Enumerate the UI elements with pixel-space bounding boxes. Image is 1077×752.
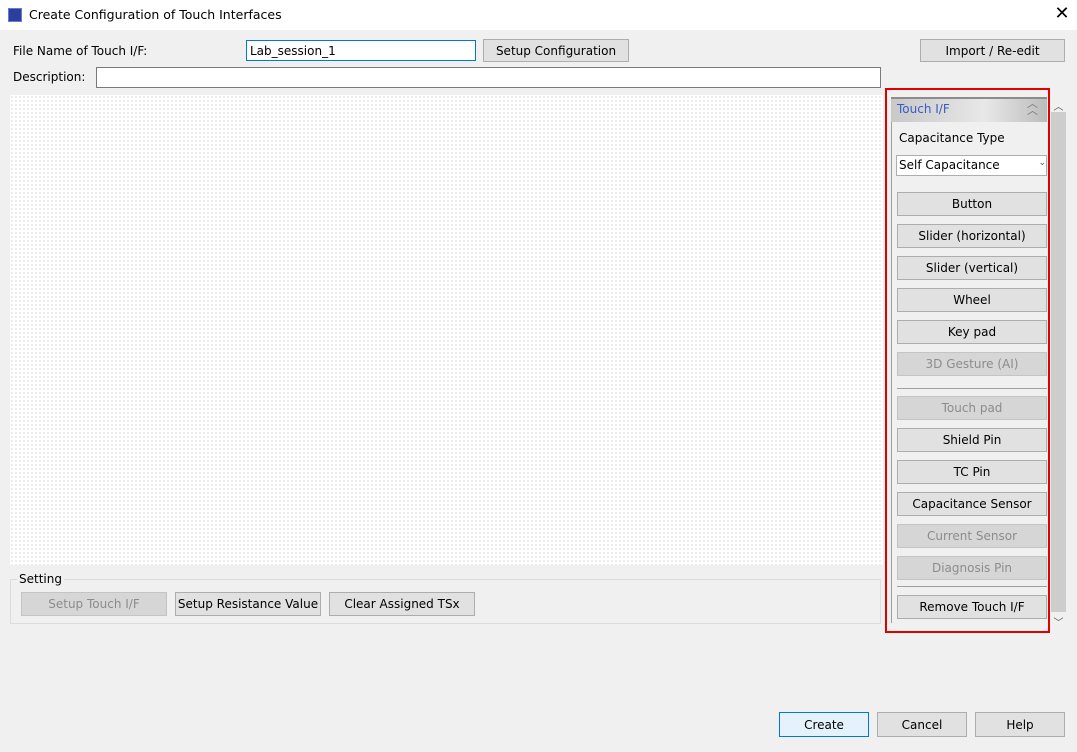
window-title: Create Configuration of Touch Interfaces	[29, 7, 282, 22]
setting-label: Setting	[17, 572, 64, 586]
cancel-button[interactable]: Cancel	[877, 712, 967, 737]
touch-layout-canvas[interactable]	[10, 95, 883, 565]
panel-scrollbar[interactable]	[1051, 112, 1066, 612]
highlight-box	[885, 88, 1050, 633]
scroll-up-icon[interactable]: ︿	[1051, 98, 1066, 113]
scroll-down-icon[interactable]: ﹀	[1051, 614, 1066, 629]
setup-resistance-button[interactable]: Setup Resistance Value	[175, 592, 321, 616]
description-input[interactable]	[96, 67, 881, 88]
import-reedit-button[interactable]: Import / Re-edit	[920, 39, 1065, 62]
setup-configuration-button[interactable]: Setup Configuration	[483, 39, 629, 62]
description-label: Description:	[13, 70, 86, 84]
clear-assigned-tsx-button[interactable]: Clear Assigned TSx	[329, 592, 475, 616]
app-icon	[8, 8, 22, 22]
setup-touch-if-button[interactable]: Setup Touch I/F	[21, 592, 167, 616]
file-name-label: File Name of Touch I/F:	[13, 44, 148, 58]
file-name-input[interactable]	[246, 40, 476, 61]
create-button[interactable]: Create	[779, 712, 869, 737]
close-icon[interactable]: ✕	[1052, 3, 1072, 24]
help-button[interactable]: Help	[975, 712, 1065, 737]
